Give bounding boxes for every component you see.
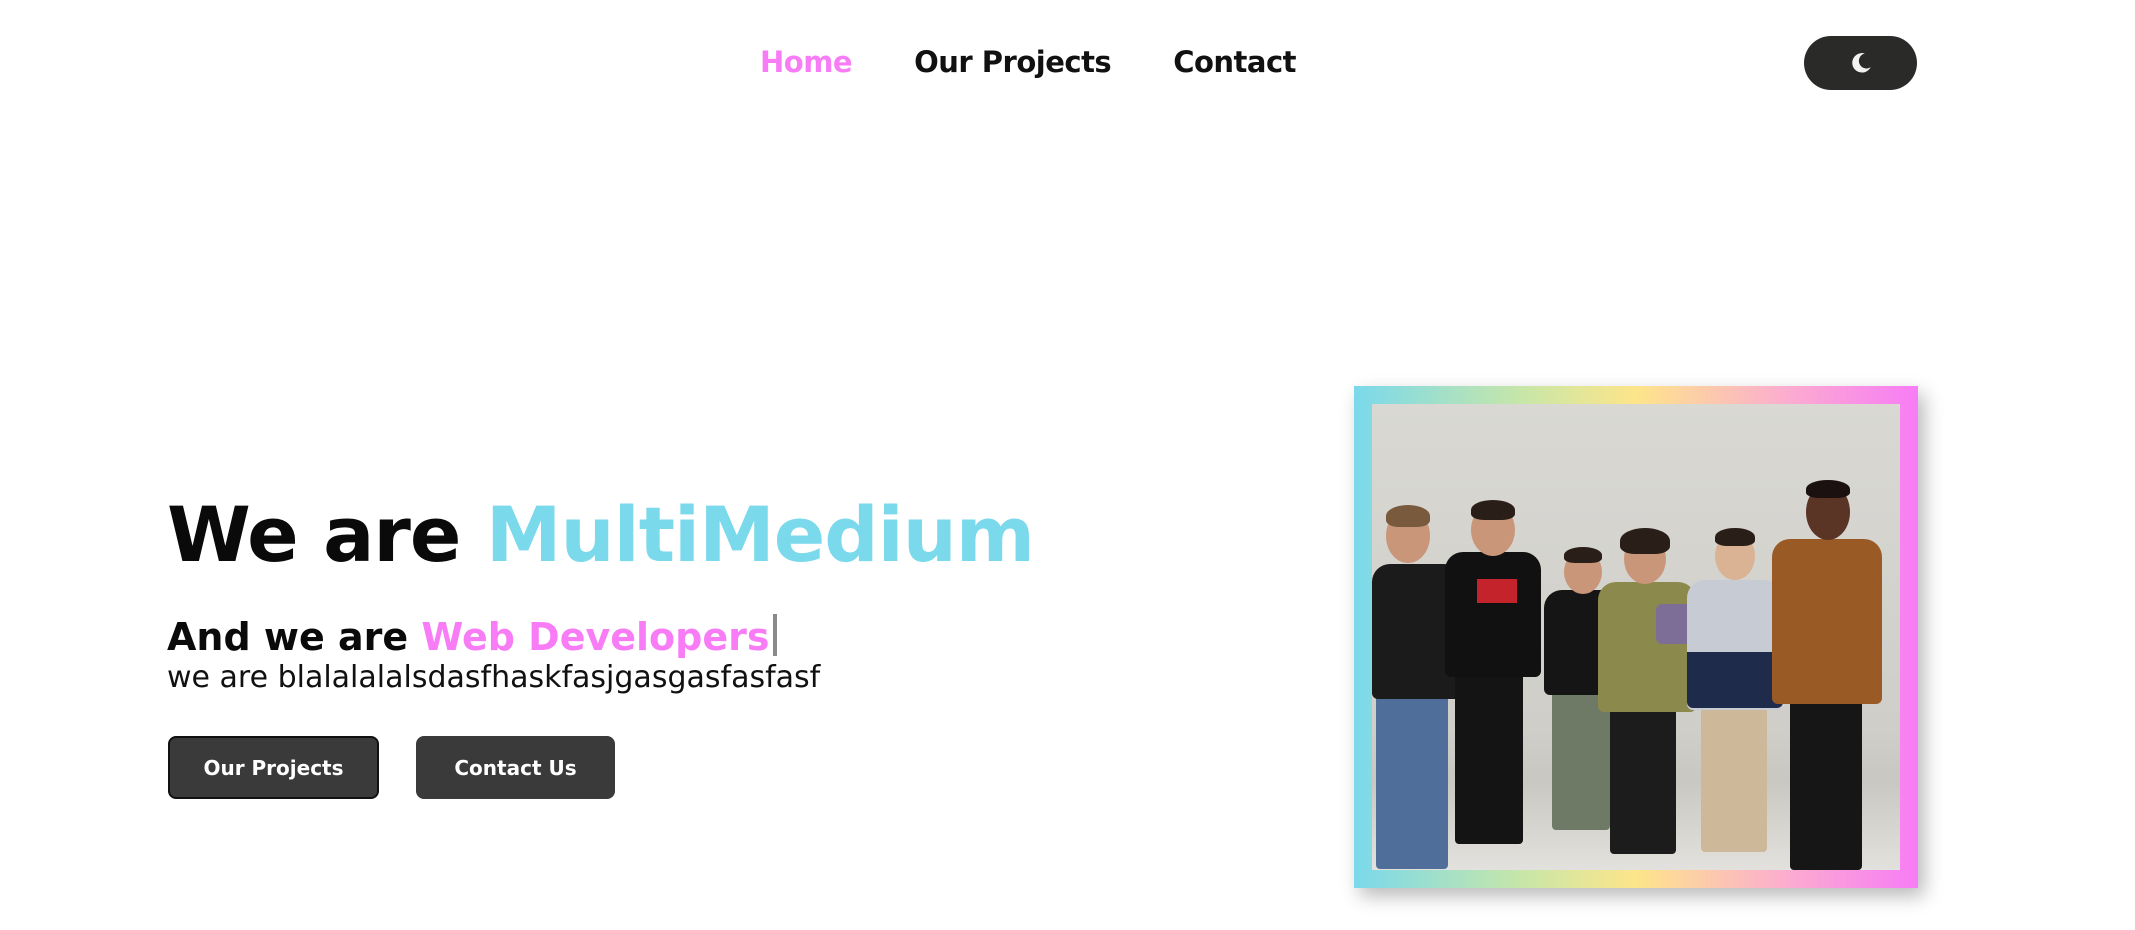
hero-subtitle-role: Web Developers [421,615,770,659]
nav-link-home[interactable]: Home [760,45,853,79]
photo-person [1594,528,1699,870]
moon-icon [1851,53,1871,73]
hero-description: we are blalalalalsdasfhaskfasjgasgasfasf… [167,660,821,695]
nav-links: Home Our Projects Contact [760,44,1297,80]
typing-cursor [773,614,778,656]
photo-person [1772,480,1887,870]
theme-toggle-button[interactable] [1804,36,1917,90]
hero-title-prefix: We are [167,490,461,579]
our-projects-button[interactable]: Our Projects [168,736,379,799]
nav-link-our-projects[interactable]: Our Projects [914,45,1112,79]
hero-subtitle-prefix: And we are [167,615,409,659]
group-photo [1372,404,1900,870]
hero-title-brand: MultiMedium [485,490,1035,579]
photo-frame [1354,386,1918,888]
contact-us-button[interactable]: Contact Us [416,736,615,799]
hero-subtitle: And we are Web Developers [167,612,778,662]
hero-title: We are MultiMedium [167,490,1035,580]
page: Home Our Projects Contact We are MultiMe… [0,0,2135,930]
nav-link-contact[interactable]: Contact [1173,45,1296,79]
photo-person [1437,500,1547,870]
